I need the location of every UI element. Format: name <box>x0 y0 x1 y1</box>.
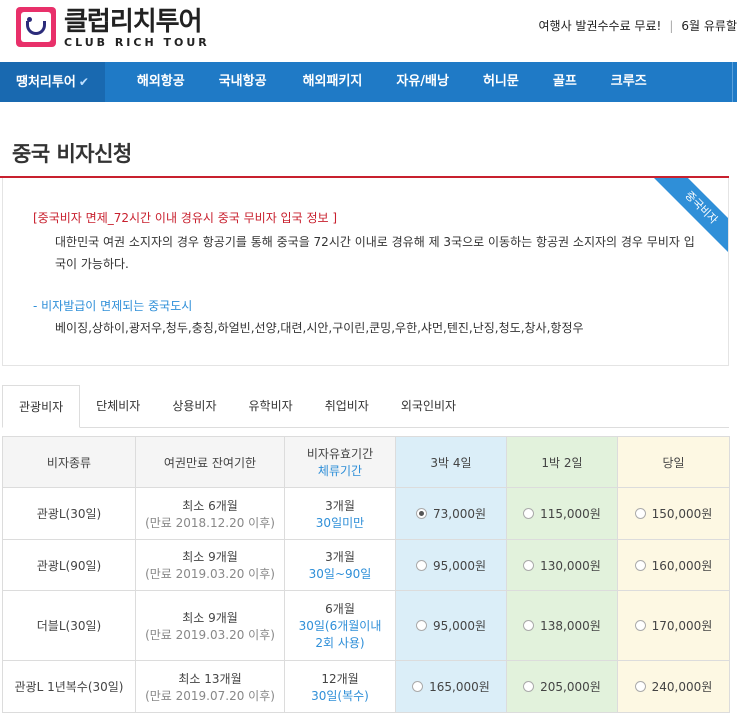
cell-visa-type: 관광L(90일) <box>2 539 136 591</box>
cell-validity: 3개월 30일미만 <box>284 487 396 540</box>
header-3n4d: 3박 4일 <box>395 436 507 488</box>
tab-foreigner-visa[interactable]: 외국인비자 <box>385 385 472 428</box>
cell-validity: 12개월 30일(복수) <box>284 660 396 713</box>
visa-price-table: 비자종류 여권만료 잔여기한 비자유효기간 체류기간 3박 4일 1박 2일 당… <box>2 436 730 713</box>
radio-icon[interactable] <box>415 559 427 571</box>
radio-icon[interactable] <box>634 508 646 519</box>
table-row: 관광L 1년복수(30일) 최소 13개월 (만료 2019.07.20 이후) … <box>2 660 730 713</box>
cell-passport: 최소 13개월 (만료 2019.07.20 이후) <box>135 660 285 713</box>
price-option[interactable]: 130,000원 <box>506 539 618 591</box>
notice-fuel[interactable]: 6월 유류할 <box>681 17 737 34</box>
nav-item-cruise[interactable]: 크루즈 <box>611 62 647 102</box>
tab-group-visa[interactable]: 단체비자 <box>80 385 156 428</box>
price-option[interactable]: 73,000원 <box>395 487 507 540</box>
table-row: 관광L(90일) 최소 9개월 (만료 2019.03.20 이후) 3개월 30일… <box>2 539 730 591</box>
tab-tourist-visa[interactable]: 관광비자 <box>2 385 81 428</box>
header-same-day: 당일 <box>617 436 730 488</box>
table-row: 더블L(30일) 최소 9개월 (만료 2019.03.20 이후) 6개월 30일… <box>2 590 730 661</box>
visa-info-box: 중국비자 [중국비자 면제_72시간 이내 경유시 중국 무비자 입국 정보 ]… <box>2 178 729 366</box>
price-option[interactable]: 138,000원 <box>506 590 618 661</box>
logo-mark <box>16 7 56 47</box>
price-option[interactable]: 205,000원 <box>506 660 618 713</box>
header-validity: 비자유효기간 체류기간 <box>284 436 396 488</box>
cell-visa-type: 더블L(30일) <box>2 590 136 661</box>
radio-icon[interactable] <box>634 559 646 571</box>
tab-work-visa[interactable]: 취업비자 <box>309 385 385 428</box>
price-option[interactable]: 95,000원 <box>395 590 507 661</box>
info-text-cities: 베이징,상하이,광저우,청두,충칭,하얼빈,선양,대련,시안,구이린,쿤밍,우한… <box>55 321 584 335</box>
logo-text-ko: 클럽리치투어 <box>64 7 203 37</box>
price-option[interactable]: 150,000원 <box>617 487 730 540</box>
logo-text-en: CLUB RICH TOUR <box>64 36 210 49</box>
radio-icon[interactable] <box>415 620 427 631</box>
price-option[interactable]: 160,000원 <box>617 539 730 591</box>
price-option[interactable]: 95,000원 <box>395 539 507 591</box>
header-1n2d: 1박 2일 <box>506 436 618 488</box>
info-heading-cities: - 비자발급이 면제되는 중국도시 <box>33 299 193 313</box>
header-stay-period: 체류기간 <box>317 464 363 478</box>
cell-validity: 3개월 30일~90일 <box>284 539 396 591</box>
price-option[interactable]: 115,000원 <box>506 487 618 540</box>
site-logo[interactable]: 클럽리치투어 CLUB RICH TOUR <box>16 7 210 49</box>
radio-icon[interactable] <box>634 620 646 631</box>
tab-business-visa[interactable]: 상용비자 <box>156 385 232 428</box>
header-passport-expiry: 여권만료 잔여기한 <box>135 436 285 488</box>
radio-icon[interactable] <box>634 681 646 692</box>
price-option[interactable]: 170,000원 <box>617 590 730 661</box>
cell-passport: 최소 6개월 (만료 2018.12.20 이후) <box>135 487 285 540</box>
table-header-row: 비자종류 여권만료 잔여기한 비자유효기간 체류기간 3박 4일 1박 2일 당… <box>2 436 730 488</box>
radio-icon[interactable] <box>523 681 535 692</box>
radio-icon[interactable] <box>523 508 535 519</box>
header-notices: 여행사 발권수수료 무료! | 6월 유류할 <box>538 17 737 34</box>
tab-study-visa[interactable]: 유학비자 <box>233 385 309 428</box>
nav-item-domestic-air[interactable]: 국내항공 <box>219 62 267 102</box>
price-option[interactable]: 165,000원 <box>395 660 507 713</box>
radio-icon[interactable] <box>412 681 424 692</box>
site-header: 클럽리치투어 CLUB RICH TOUR 여행사 발권수수료 무료! | 6월… <box>0 0 737 62</box>
cell-validity: 6개월 30일(6개월이내 2회 사용) <box>284 590 396 661</box>
nav-item-intl-air[interactable]: 해외항공 <box>137 62 185 102</box>
radio-icon[interactable] <box>415 508 427 519</box>
nav-item-free-travel[interactable]: 자유/배낭 <box>396 62 449 102</box>
nav-divider <box>732 62 737 102</box>
nav-item-golf[interactable]: 골프 <box>553 62 577 102</box>
cell-passport: 최소 9개월 (만료 2019.03.20 이후) <box>135 539 285 591</box>
nav-item-honeymoon[interactable]: 허니문 <box>483 62 519 102</box>
info-heading-transit: [중국비자 면제_72시간 이내 경유시 중국 무비자 입국 정보 ] <box>33 211 338 225</box>
cell-passport: 최소 9개월 (만료 2019.03.20 이후) <box>135 590 285 661</box>
nav-item-intl-package[interactable]: 해외패키지 <box>303 62 363 102</box>
notice-free-fee[interactable]: 여행사 발권수수료 무료! <box>538 17 661 34</box>
price-option[interactable]: 240,000원 <box>617 660 730 713</box>
check-icon: ✔ <box>78 75 89 89</box>
radio-icon[interactable] <box>523 620 535 631</box>
radio-icon[interactable] <box>523 559 535 571</box>
page-title: 중국 비자신청 <box>12 142 132 166</box>
header-visa-type: 비자종류 <box>2 436 136 488</box>
main-nav: 땡처리투어 ✔ 해외항공 국내항공 해외패키지 자유/배낭 허니문 골프 크루즈 <box>0 62 737 102</box>
visa-tabs: 관광비자 단체비자 상용비자 유학비자 취업비자 외국인비자 <box>2 385 729 428</box>
cell-visa-type: 관광L 1년복수(30일) <box>2 660 136 713</box>
table-row: 관광L(30일) 최소 6개월 (만료 2018.12.20 이후) 3개월 30일… <box>2 487 730 540</box>
cell-visa-type: 관광L(30일) <box>2 487 136 540</box>
nav-item-clearance-tour[interactable]: 땡처리투어 ✔ <box>0 62 105 102</box>
info-text-transit: 대한민국 여권 소지자의 경우 항공기를 통해 중국을 72시간 이내로 경유해… <box>55 235 695 271</box>
